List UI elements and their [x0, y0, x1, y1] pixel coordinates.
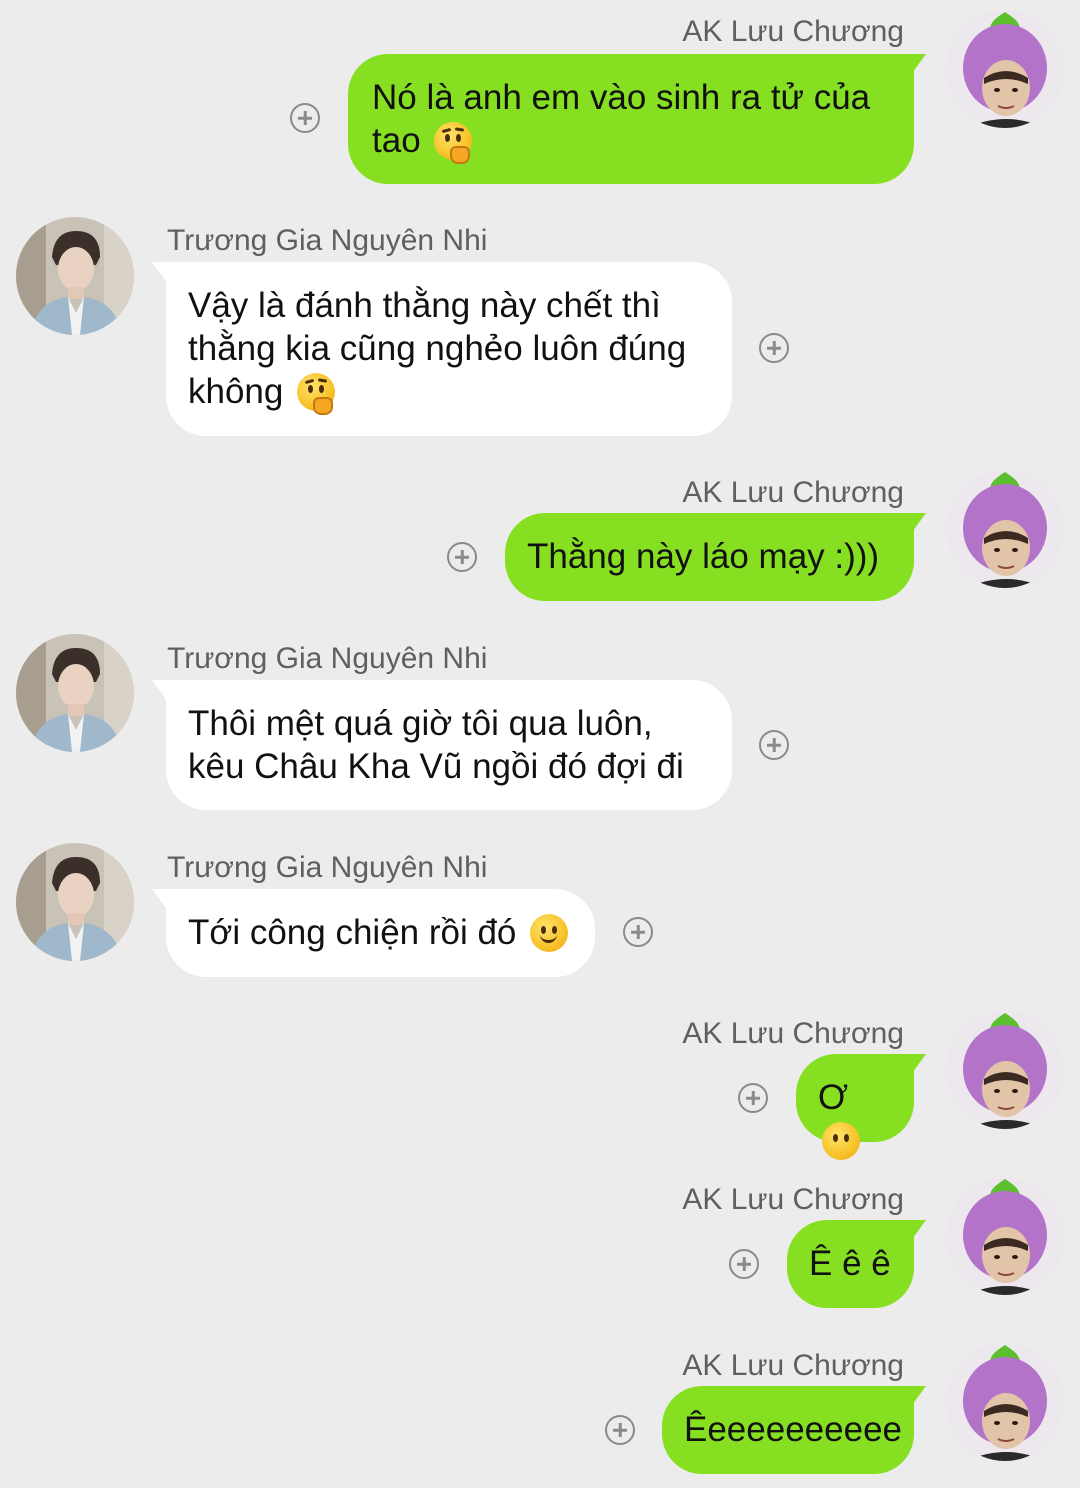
message-bubble[interactable]: Thằng này láo mạy :))): [505, 513, 914, 601]
message-line: Ơ: [818, 1076, 892, 1162]
bubble-tail: [152, 889, 168, 911]
avatar[interactable]: [16, 843, 134, 961]
sender-name: AK Lưu Chương: [682, 1349, 904, 1382]
thinking-face-icon: [297, 373, 336, 415]
add-reaction-icon[interactable]: [729, 1249, 759, 1279]
eggplant-hat-avatar-icon: [946, 1343, 1064, 1461]
message-line: Thôi mệt quá giờ tôi qua luôn,: [188, 704, 653, 743]
avatar[interactable]: [16, 217, 134, 335]
message-line: Êeeeeeeeeee: [684, 1410, 902, 1449]
message-bubble[interactable]: Nó là anh em vào sinh ra tử của tao: [348, 54, 914, 184]
bubble-tail: [910, 1054, 926, 1076]
avatar[interactable]: [946, 1011, 1064, 1129]
sender-name: AK Lưu Chương: [682, 1017, 904, 1050]
add-reaction-icon[interactable]: [605, 1415, 635, 1445]
bubble-tail: [910, 513, 926, 535]
sender-name: AK Lưu Chương: [682, 15, 904, 48]
sender-name: Trương Gia Nguyên Nhi: [167, 851, 488, 884]
add-reaction-icon[interactable]: [759, 333, 789, 363]
message-line: kêu Châu Kha Vũ ngồi đó đợi đi: [188, 747, 684, 786]
add-reaction-icon[interactable]: [759, 730, 789, 760]
slightly-smiling-face-icon: [530, 914, 569, 952]
bubble-tail: [152, 262, 168, 284]
message-bubble[interactable]: Êeeeeeeeeee: [662, 1386, 914, 1474]
bubble-tail: [910, 1220, 926, 1242]
message-line: Nó là anh em vào sinh ra tử của: [372, 78, 871, 117]
sender-name: AK Lưu Chương: [682, 476, 904, 509]
eggplant-hat-avatar-icon: [946, 1177, 1064, 1295]
eggplant-hat-avatar-icon: [946, 1011, 1064, 1129]
message-line: Thằng này láo mạy :))): [527, 537, 880, 576]
sender-name: AK Lưu Chương: [682, 1183, 904, 1216]
neutral-face-icon: [822, 1122, 860, 1160]
eggplant-hat-avatar-icon: [946, 10, 1064, 128]
young-man-avatar-icon: [16, 217, 134, 335]
young-man-avatar-icon: [16, 634, 134, 752]
message-line: Ê ê ê: [809, 1244, 891, 1283]
message-bubble[interactable]: Thôi mệt quá giờ tôi qua luôn, kêu Châu …: [166, 680, 732, 810]
avatar[interactable]: [946, 470, 1064, 588]
message-line: không: [188, 370, 710, 415]
add-reaction-icon[interactable]: [738, 1083, 768, 1113]
message-line: tao: [372, 119, 890, 164]
avatar[interactable]: [946, 1177, 1064, 1295]
avatar[interactable]: [946, 10, 1064, 128]
young-man-avatar-icon: [16, 843, 134, 961]
message-bubble[interactable]: Tới công chiện rồi đó: [166, 889, 595, 977]
thinking-face-icon: [434, 122, 473, 164]
add-reaction-icon[interactable]: [623, 917, 653, 947]
message-line: Tới công chiện rồi đó: [188, 911, 573, 954]
avatar[interactable]: [946, 1343, 1064, 1461]
message-bubble[interactable]: Ơ: [796, 1054, 914, 1160]
bubble-tail: [152, 680, 168, 702]
add-reaction-icon[interactable]: [447, 542, 477, 572]
add-reaction-icon[interactable]: [290, 103, 320, 133]
message-bubble[interactable]: Ê ê ê: [787, 1220, 914, 1308]
avatar[interactable]: [16, 634, 134, 752]
message-line: Vậy là đánh thằng này chết thì: [188, 286, 661, 325]
sender-name: Trương Gia Nguyên Nhi: [167, 224, 488, 257]
message-bubble[interactable]: Vậy là đánh thằng này chết thì thằng kia…: [166, 262, 732, 436]
bubble-tail: [910, 54, 926, 76]
eggplant-hat-avatar-icon: [946, 470, 1064, 588]
sender-name: Trương Gia Nguyên Nhi: [167, 642, 488, 675]
bubble-tail: [910, 1386, 926, 1408]
message-line: thằng kia cũng nghẻo luôn đúng: [188, 329, 687, 368]
